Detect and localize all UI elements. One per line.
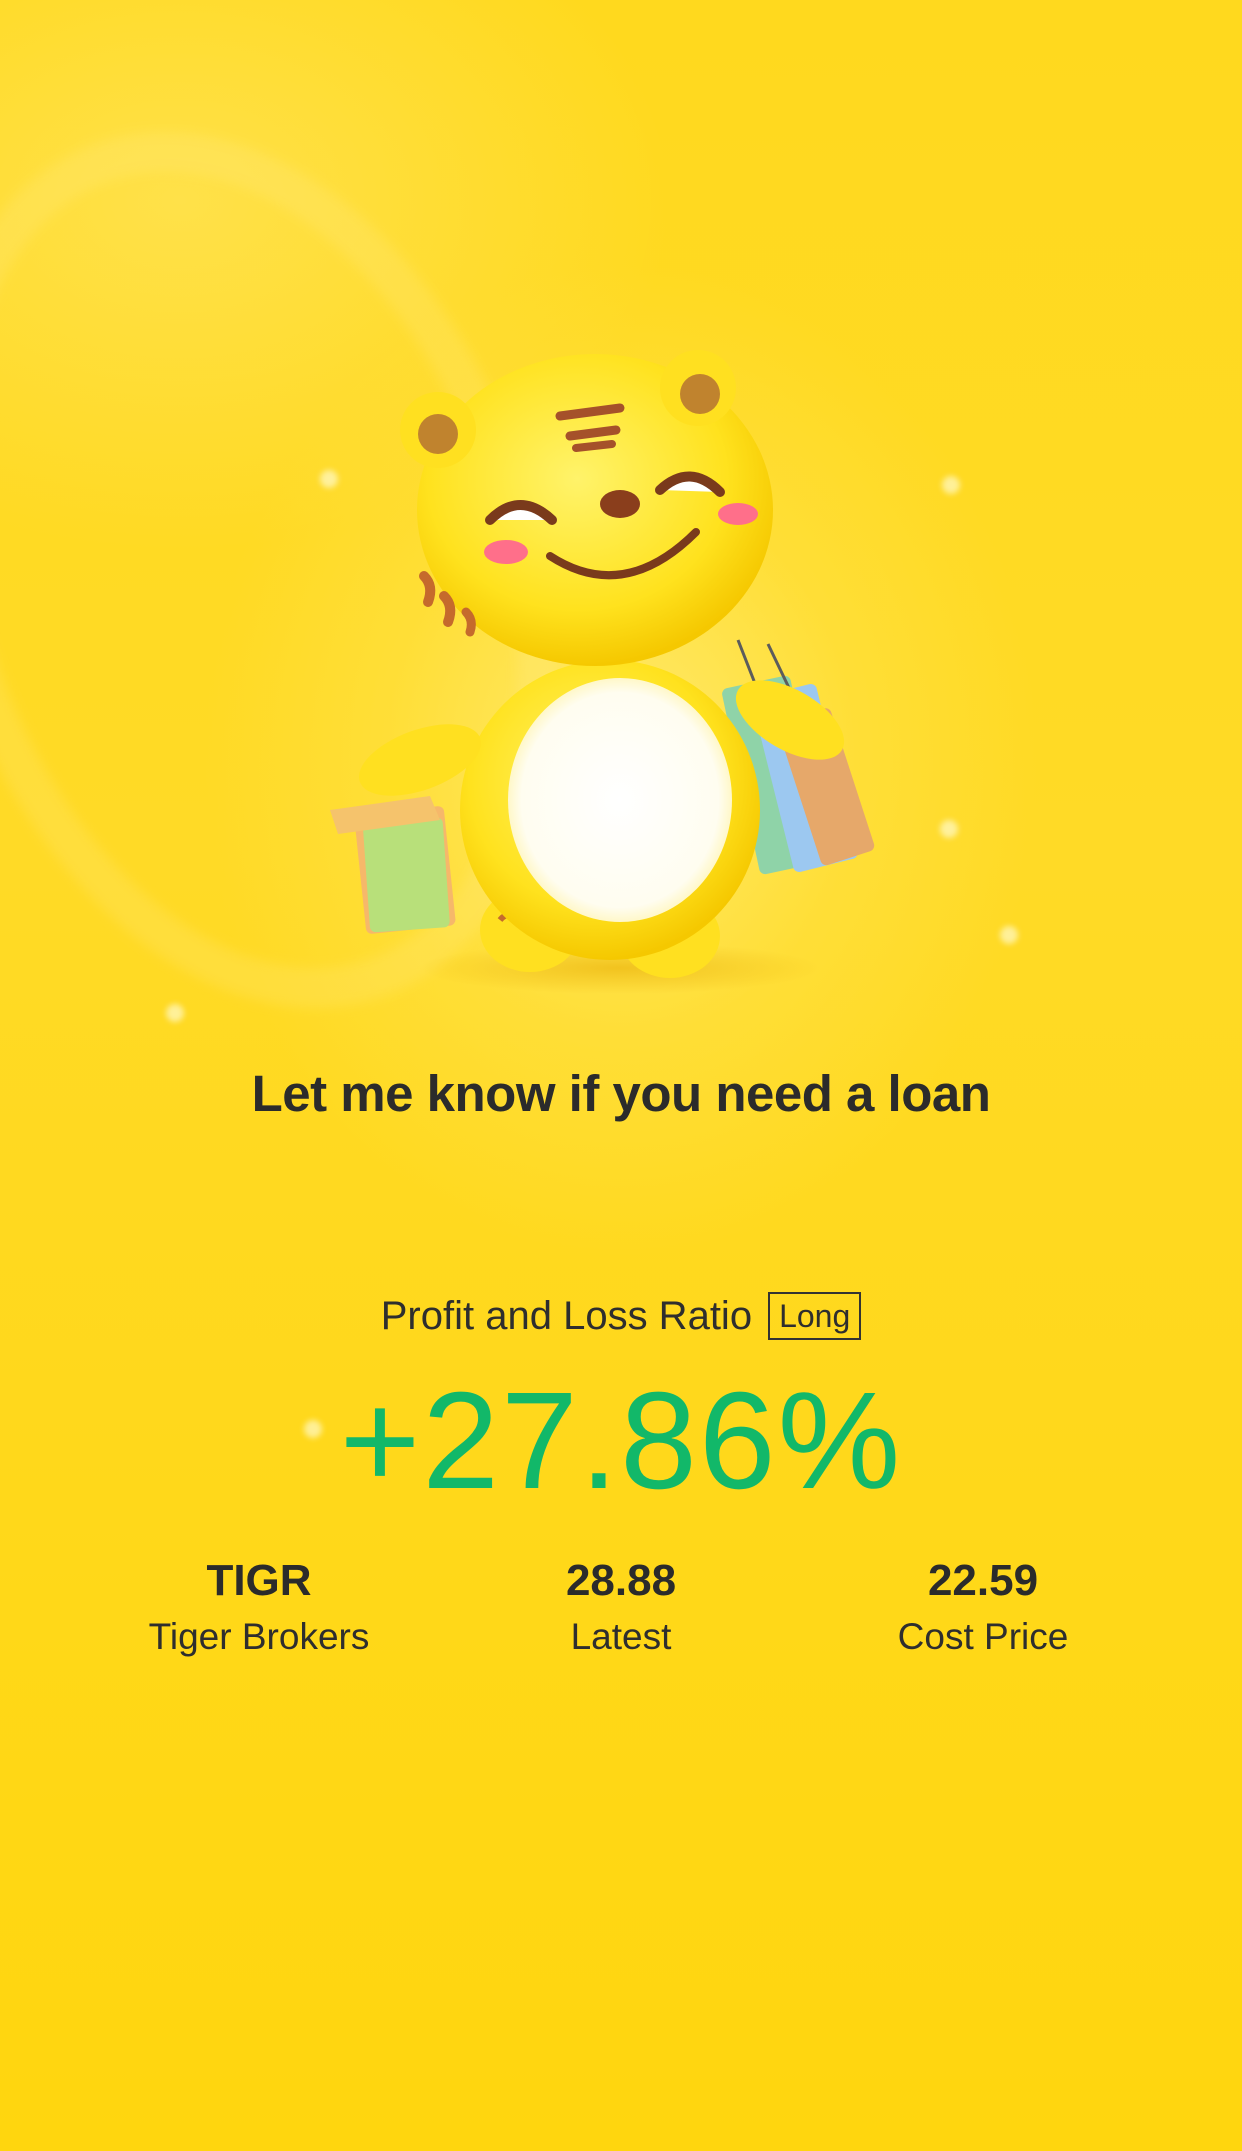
tiger-mascot-illustration (320, 340, 920, 1020)
latest-price-label: Latest (570, 1616, 672, 1657)
sparkle (940, 820, 958, 838)
position-type-badge: Long (768, 1292, 862, 1340)
sparkle (942, 476, 960, 494)
tiger-mascot-icon (330, 350, 875, 994)
latest-price-value: 28.88 (565, 1556, 677, 1605)
pnl-ratio-header: Profit and Loss Ratio Long (0, 1292, 1242, 1340)
pnl-ratio-value: +27.86% (339, 1364, 903, 1518)
stat-ticker: TIGR Tiger Brokers (69, 1554, 449, 1664)
company-name: Tiger Brokers (148, 1616, 370, 1657)
stat-cost: 22.59 Cost Price (793, 1554, 1173, 1664)
stat-latest: 28.88 Latest (431, 1554, 811, 1664)
stock-stats: TIGR Tiger Brokers 28.88 Latest 22.59 Co… (0, 1554, 1242, 1674)
pnl-ratio-label: Profit and Loss Ratio (380, 1293, 753, 1338)
ticker-symbol: TIGR (206, 1556, 312, 1605)
cost-price-value: 22.59 (927, 1556, 1039, 1605)
sparkle (166, 1004, 184, 1022)
sparkle (1000, 926, 1018, 944)
loan-headline: Let me know if you need a loan (251, 1065, 991, 1122)
cost-price-label: Cost Price (897, 1616, 1069, 1657)
